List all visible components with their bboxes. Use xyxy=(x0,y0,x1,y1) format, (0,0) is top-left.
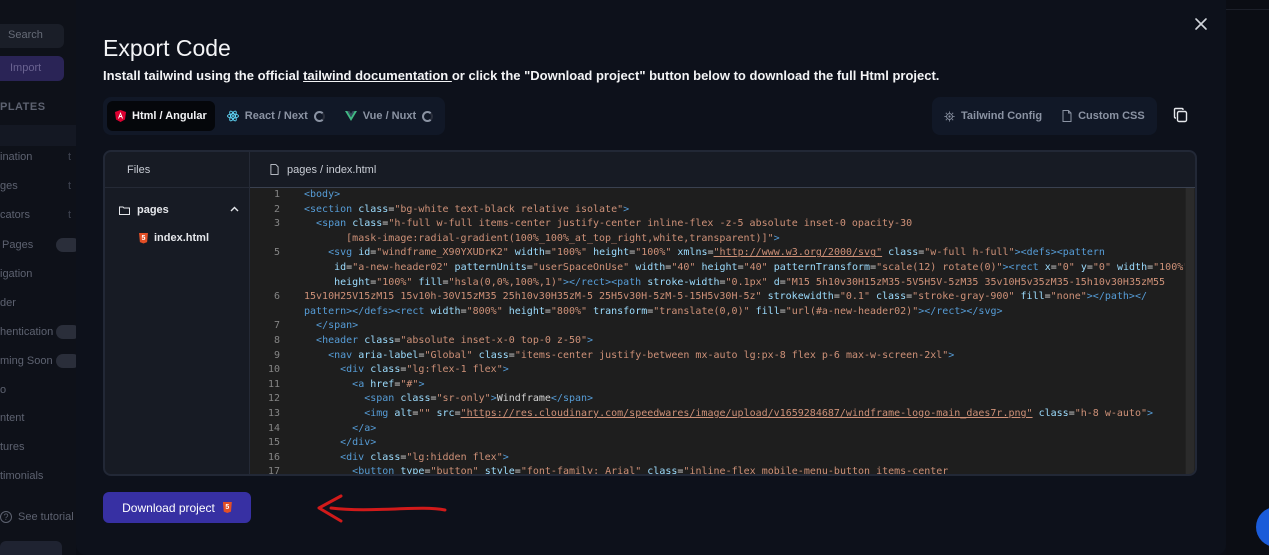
tab-react-next[interactable]: React / Next xyxy=(219,101,333,131)
code-scrollbar[interactable] xyxy=(1185,188,1195,474)
background-sidebar-item: ming Soon xyxy=(0,355,53,367)
tab-vue-nuxt[interactable]: Vue / Nuxt xyxy=(337,101,441,131)
close-button[interactable] xyxy=(1191,14,1211,34)
question-icon: ? xyxy=(0,511,12,523)
loading-spinner-icon xyxy=(313,110,325,122)
download-project-button[interactable]: Download project 5 xyxy=(103,492,251,523)
annotation-arrow-icon xyxy=(317,494,447,523)
background-badge xyxy=(56,325,76,339)
background-sidebar-item: tures xyxy=(0,441,25,453)
background-sidebar-item: timonials xyxy=(0,470,44,482)
react-icon xyxy=(226,110,239,122)
file-icon xyxy=(270,164,279,175)
background-sidebar-item: Pages xyxy=(2,239,34,251)
background-badge xyxy=(56,238,76,252)
tab-html-angular[interactable]: Html / Angular xyxy=(107,101,215,131)
background-badge xyxy=(56,354,76,368)
background-import-button: Import xyxy=(0,56,64,81)
background-search-input: Search xyxy=(0,24,64,48)
code-file-tab[interactable]: pages / index.html xyxy=(250,152,1195,188)
modal-title: Export Code xyxy=(103,35,231,61)
gear-icon xyxy=(944,110,955,122)
close-icon xyxy=(1195,18,1207,30)
background-tutorial-link: ? See tutorial xyxy=(0,511,74,523)
code-editor: Files pages 5 index.html pages / index.h… xyxy=(103,150,1197,476)
background-sidebar-item: hentication xyxy=(0,326,54,338)
background-sidebar-item: igation xyxy=(0,268,33,280)
background-sidebar-item: o xyxy=(0,384,7,396)
background-selected-band xyxy=(0,125,76,146)
folder-icon xyxy=(119,206,130,215)
file-index-html[interactable]: 5 index.html xyxy=(139,232,209,244)
modal-subtitle: Install tailwind using the official tail… xyxy=(103,68,940,83)
html5-icon: 5 xyxy=(222,502,232,513)
copy-icon xyxy=(1173,107,1188,123)
framework-tabs: Html / Angular React / Next Vue / Nuxt xyxy=(103,97,446,135)
background-bottom-button xyxy=(0,541,62,555)
file-icon xyxy=(1062,110,1072,122)
background-sidebar-item: ination t xyxy=(0,151,72,163)
background-sidebar-item: cators t xyxy=(0,209,72,221)
files-header: Files xyxy=(105,152,249,188)
html5-icon: 5 xyxy=(139,232,148,244)
background-divider xyxy=(1226,9,1269,10)
custom-css-button[interactable]: Custom CSS xyxy=(1054,101,1153,131)
code-content[interactable]: 1 <body> 2 <section class="bg-white text-b… xyxy=(250,188,1195,474)
background-sidebar-item: ges t xyxy=(0,180,72,192)
config-buttons: Tailwind Config Custom CSS xyxy=(932,97,1157,135)
files-panel: Files pages 5 index.html xyxy=(105,152,250,474)
folder-pages[interactable]: pages xyxy=(119,202,239,218)
chevron-up-icon xyxy=(230,202,239,215)
background-sidebar-item: der xyxy=(0,297,16,309)
background-sidebar: Search Import PLATES ination t ges t cator… xyxy=(0,0,76,555)
background-section-heading: PLATES xyxy=(0,101,46,113)
code-panel: pages / index.html 1 <body> 2 <section cla… xyxy=(250,152,1195,474)
vue-icon xyxy=(344,111,357,121)
export-code-modal: Export Code Install tailwind using the o… xyxy=(76,0,1226,555)
copy-code-button[interactable] xyxy=(1173,107,1191,125)
background-right-edge xyxy=(1226,0,1269,555)
tailwind-docs-link[interactable]: tailwind documentation xyxy=(303,68,452,83)
angular-icon xyxy=(115,110,126,122)
background-sidebar-item: ntent xyxy=(0,412,25,424)
tailwind-config-button[interactable]: Tailwind Config xyxy=(936,101,1050,131)
loading-spinner-icon xyxy=(422,110,434,122)
scrollbar-thumb[interactable] xyxy=(1186,188,1194,474)
